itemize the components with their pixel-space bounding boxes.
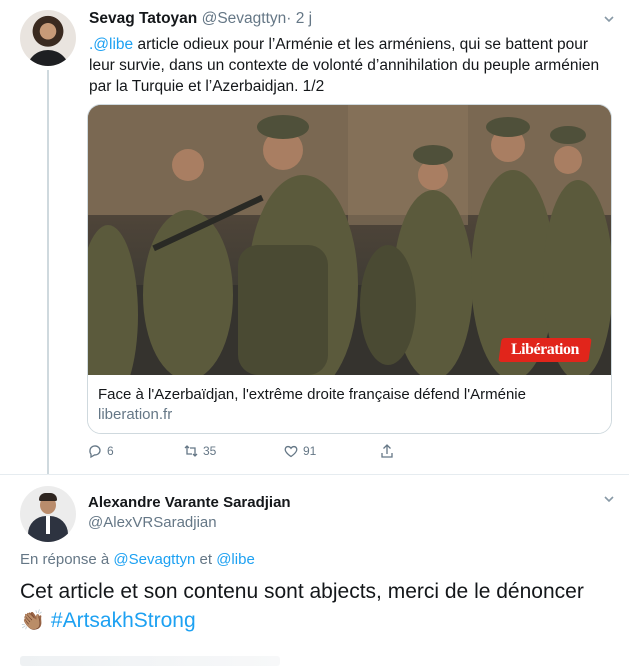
tweet-body: article odieux pour l’Arménie et les arm… <box>89 36 600 95</box>
author-handle[interactable]: @Sevagttyn <box>202 10 287 27</box>
reply-button[interactable]: 6 <box>87 443 114 459</box>
reply-count: 6 <box>107 444 114 458</box>
card-domain: liberation.fr <box>98 406 173 423</box>
mention-link[interactable]: @Sevagttyn <box>113 551 195 568</box>
mention-link[interactable]: .@libe <box>89 36 133 53</box>
tweet-text: Cet article et son contenu sont abjects,… <box>20 577 620 636</box>
liberation-logo: Libération <box>498 338 592 362</box>
card-title[interactable]: Face à l'Azerbaïdjan, l'extrême droite f… <box>98 385 603 405</box>
tweet-header: Sevag Tatoyan @Sevagttyn· 2 j <box>89 10 312 28</box>
chevron-down-icon[interactable] <box>601 492 617 508</box>
retweet-icon <box>184 445 198 457</box>
share-button[interactable] <box>379 443 395 459</box>
timestamp[interactable]: · 2 j <box>286 10 312 27</box>
avatar[interactable] <box>20 10 76 66</box>
timestamp-row-cutoff <box>20 656 280 666</box>
clap-emoji-icon: 👏🏽 <box>20 610 45 632</box>
like-icon <box>284 445 298 458</box>
divider <box>0 474 629 475</box>
avatar[interactable] <box>20 486 76 542</box>
tweet-body: Cet article et son contenu sont abjects,… <box>20 580 584 603</box>
tweet-header: Alexandre Varante Saradjian @AlexVRSarad… <box>88 493 291 533</box>
hashtag-link[interactable]: #ArtsakhStrong <box>51 609 196 632</box>
card-image: Libération <box>88 105 611 375</box>
share-icon <box>381 444 393 458</box>
reply-icon <box>89 445 101 459</box>
tweet-actions: 6 35 91 <box>87 443 587 463</box>
mention-link[interactable]: @libe <box>216 551 255 568</box>
reply-context: En réponse à @Sevagttyn et @libe <box>20 551 255 568</box>
thread-connector <box>47 70 49 474</box>
author-handle[interactable]: @AlexVRSaradjian <box>88 513 291 533</box>
like-count: 91 <box>303 444 317 458</box>
like-button[interactable]: 91 <box>283 443 316 459</box>
retweet-button[interactable]: 35 <box>183 443 216 459</box>
link-card[interactable]: Libération Face à l'Azerbaïdjan, l'extrê… <box>87 104 612 434</box>
chevron-down-icon[interactable] <box>601 12 617 28</box>
tweet-text: .@libe article odieux pour l’Arménie et … <box>89 34 614 97</box>
author-name[interactable]: Sevag Tatoyan <box>89 10 197 27</box>
author-name[interactable]: Alexandre Varante Saradjian <box>88 493 291 513</box>
tweet[interactable]: Sevag Tatoyan @Sevagttyn· 2 j .@libe art… <box>0 0 629 474</box>
card-body[interactable]: Face à l'Azerbaïdjan, l'extrême droite f… <box>88 375 611 433</box>
retweet-count: 35 <box>203 444 217 458</box>
